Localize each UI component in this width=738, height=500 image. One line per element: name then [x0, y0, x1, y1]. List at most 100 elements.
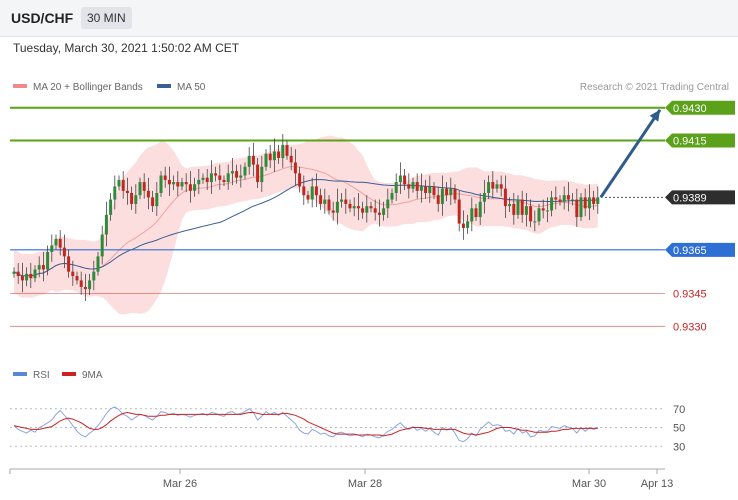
candle-body — [218, 175, 222, 180]
candle-body — [25, 273, 29, 281]
level-label: 0.9389 — [673, 192, 707, 204]
x-axis: Mar 26 Mar 28 Mar 30 Apr 13 — [9, 468, 673, 490]
candle-body — [205, 177, 209, 183]
candle-body — [58, 238, 62, 248]
candle-body — [592, 197, 596, 204]
candle-body — [394, 182, 398, 193]
candle-body — [499, 184, 503, 189]
legend-label: MA 20 + Bollinger Bands — [33, 82, 143, 93]
level-label: 0.9430 — [673, 103, 707, 115]
candle-body — [562, 195, 566, 202]
legend-swatch — [13, 84, 27, 88]
level-badge-0.9415: 0.9415 — [665, 133, 735, 148]
candle-body — [323, 199, 327, 204]
candle-body — [579, 197, 583, 218]
candle-body — [260, 166, 264, 183]
candle-body — [428, 186, 432, 193]
candle-body — [138, 182, 142, 196]
level-badge-0.9365: 0.9365 — [665, 242, 735, 257]
candle-body — [281, 144, 285, 159]
candle-body — [109, 199, 113, 215]
candle-body — [243, 166, 247, 176]
price-legend: MA 20 + Bollinger Bands MA 50 — [13, 82, 206, 93]
candle-body — [319, 195, 323, 204]
candle-body — [302, 186, 306, 196]
rsi-tick-label: 50 — [673, 423, 685, 435]
candle-body — [201, 177, 205, 180]
candle-body — [209, 173, 213, 183]
level-label: 0.9415 — [673, 136, 707, 148]
candle-body — [474, 208, 478, 218]
candle-body — [184, 182, 188, 185]
candle-body — [398, 175, 402, 183]
candle-body — [113, 186, 117, 200]
candle-body — [596, 197, 600, 204]
candle-body — [88, 280, 92, 290]
candle-body — [37, 265, 41, 270]
candle-body — [449, 188, 453, 196]
candle-body — [96, 256, 100, 272]
candle-body — [587, 197, 591, 209]
level-label: 0.9365 — [673, 245, 707, 257]
candle-body — [121, 179, 125, 191]
candle-body — [558, 199, 562, 202]
candle-body — [251, 155, 255, 165]
candle-body — [503, 188, 507, 207]
candle-body — [432, 186, 436, 196]
candle-body — [361, 208, 365, 213]
candle-body — [239, 175, 243, 178]
candle-body — [516, 199, 520, 215]
candle-body — [230, 171, 234, 174]
candle-body — [348, 203, 352, 209]
candle-body — [298, 173, 302, 187]
candle-body — [188, 184, 192, 191]
candle-body — [495, 184, 499, 189]
candle-body — [419, 186, 423, 191]
candle-body — [142, 182, 146, 191]
candle-body — [104, 214, 108, 235]
candle-body — [411, 182, 415, 189]
candle-body — [524, 206, 528, 215]
candle-body — [272, 151, 276, 161]
candle-body — [356, 206, 360, 209]
candle-body — [344, 199, 348, 204]
ma-legend-label: 9MA — [82, 370, 103, 381]
candle-body — [314, 186, 318, 196]
level-badge-0.9330: 0.9330 — [673, 321, 707, 333]
level-badge-0.9389: 0.9389 — [665, 190, 735, 205]
candle-body — [575, 199, 579, 218]
candle-body — [373, 208, 377, 213]
candle-body — [306, 195, 310, 200]
x-tick-label: Mar 30 — [572, 478, 606, 490]
candle-body — [466, 221, 470, 228]
candle-body — [197, 179, 201, 185]
candle-body — [285, 144, 289, 156]
projection-arrow — [599, 108, 662, 199]
candle-body — [46, 252, 50, 270]
candle-body — [180, 182, 184, 187]
candle-body — [130, 193, 134, 204]
candle-body — [33, 269, 37, 279]
candle-body — [176, 182, 180, 187]
legend-swatch — [157, 84, 171, 88]
candle-body — [487, 182, 491, 193]
rsi-panel: RSI 9MA 70 50 30 — [10, 370, 685, 453]
candle-body — [100, 234, 104, 257]
candle-body — [247, 155, 251, 167]
candle-body — [310, 186, 314, 200]
candle-body — [545, 210, 549, 212]
rsi-legend-label: RSI — [33, 370, 50, 381]
candle-body — [235, 171, 239, 178]
rsi-ma-line — [13, 411, 598, 437]
rsi-line — [13, 406, 599, 443]
candle-body — [83, 286, 87, 290]
candle-body — [571, 199, 575, 201]
candle-body — [508, 203, 512, 207]
candle-body — [520, 199, 524, 215]
candle-body — [151, 197, 155, 207]
candle-body — [415, 182, 419, 191]
candle-body — [117, 179, 121, 187]
candle-body — [146, 190, 150, 198]
candle-body — [155, 193, 159, 207]
candle-body — [226, 173, 230, 183]
